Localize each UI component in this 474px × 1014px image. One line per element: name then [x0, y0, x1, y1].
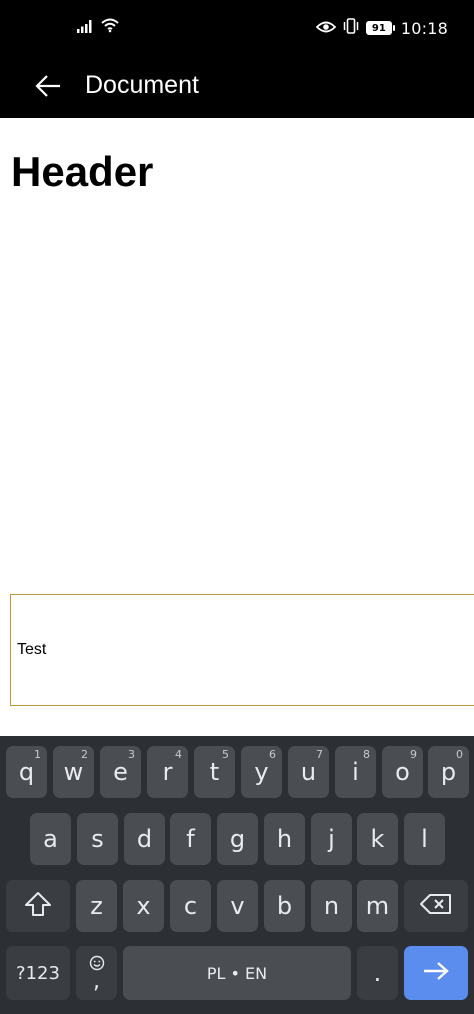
- soft-keyboard: q 1 w 2 e 3 r 4 t 5 y 6 u 7 i 8 o 9 p 0 …: [0, 736, 474, 1014]
- symbols-key[interactable]: ?123: [6, 946, 70, 1000]
- back-arrow-icon[interactable]: [32, 70, 64, 102]
- key-i[interactable]: i 8: [335, 746, 376, 798]
- key-r[interactable]: r 4: [147, 746, 188, 798]
- shift-key[interactable]: [6, 880, 70, 932]
- key-j[interactable]: j: [311, 813, 352, 865]
- status-left-group: [76, 16, 120, 38]
- eye-icon: [315, 19, 337, 38]
- vibrate-icon: [342, 18, 360, 38]
- key-k[interactable]: k: [357, 813, 398, 865]
- status-time: 10:18: [400, 18, 448, 38]
- app-title: Document: [85, 71, 199, 99]
- key-s[interactable]: s: [77, 813, 118, 865]
- key-l[interactable]: l: [404, 813, 445, 865]
- wifi-icon: [100, 17, 120, 37]
- shift-icon: [23, 890, 53, 922]
- space-bar[interactable]: PL • EN: [123, 946, 351, 1000]
- status-right-group: 91 10:18: [315, 17, 448, 39]
- app-bar: Document: [0, 56, 474, 118]
- key-x[interactable]: x: [123, 880, 164, 932]
- backspace-key[interactable]: [404, 880, 468, 932]
- key-u[interactable]: u 7: [288, 746, 329, 798]
- key-z[interactable]: z: [76, 880, 117, 932]
- period-key[interactable]: .: [357, 946, 398, 1000]
- key-w[interactable]: w 2: [53, 746, 94, 798]
- key-e[interactable]: e 3: [100, 746, 141, 798]
- key-y[interactable]: y 6: [241, 746, 282, 798]
- key-b[interactable]: b: [264, 880, 305, 932]
- text-input-field[interactable]: Test: [10, 594, 474, 706]
- key-o[interactable]: o 9: [382, 746, 423, 798]
- status-bar: 91 10:18: [0, 0, 474, 56]
- key-h[interactable]: h: [264, 813, 305, 865]
- key-g[interactable]: g: [217, 813, 258, 865]
- key-q[interactable]: q 1: [6, 746, 47, 798]
- key-c[interactable]: c: [170, 880, 211, 932]
- key-p[interactable]: p 0: [428, 746, 469, 798]
- key-n[interactable]: n: [311, 880, 352, 932]
- text-field-value: Test: [17, 641, 47, 658]
- key-a[interactable]: a: [30, 813, 71, 865]
- backspace-icon: [419, 892, 453, 920]
- enter-arrow-icon: [421, 960, 451, 986]
- key-m[interactable]: m: [357, 880, 398, 932]
- battery-level: 91: [365, 21, 392, 35]
- signal-icon: [76, 18, 94, 37]
- comma-key[interactable]: ,: [76, 946, 117, 1000]
- page-header: Header: [11, 148, 154, 195]
- enter-key[interactable]: [404, 946, 468, 1000]
- key-t[interactable]: t 5: [194, 746, 235, 798]
- battery-icon: 91: [365, 21, 395, 35]
- key-d[interactable]: d: [124, 813, 165, 865]
- key-v[interactable]: v: [217, 880, 258, 932]
- key-f[interactable]: f: [170, 813, 211, 865]
